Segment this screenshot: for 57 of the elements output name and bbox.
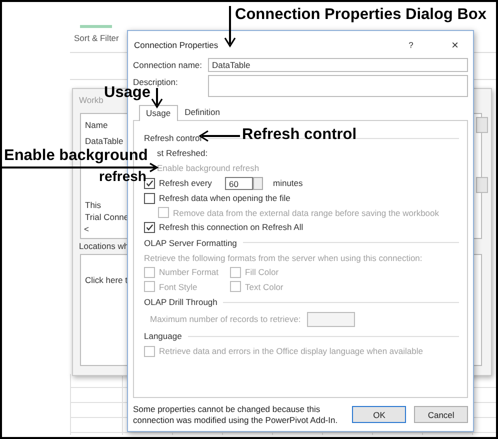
ok-button[interactable]: OK xyxy=(352,406,406,423)
max-records-field[interactable] xyxy=(306,312,355,326)
column-header: Name xyxy=(85,120,108,130)
cancel-button[interactable]: Cancel xyxy=(414,406,468,423)
annotation-arrow xyxy=(151,88,163,107)
section-heading: Refresh control xyxy=(144,133,202,143)
list-item[interactable]: DataTable xyxy=(85,136,124,146)
connection-name-field[interactable]: DataTable xyxy=(208,58,468,72)
checkbox[interactable] xyxy=(144,192,155,204)
sort-filter-label[interactable]: Sort & Filter xyxy=(74,33,119,43)
refresh-interval-field[interactable]: 60 xyxy=(225,176,253,190)
help-button[interactable]: ? xyxy=(404,40,418,50)
checkbox[interactable] xyxy=(144,222,155,233)
annotation-arrow xyxy=(224,6,236,46)
checkbox[interactable] xyxy=(144,178,155,188)
checkbox-label: Text Color xyxy=(245,282,284,292)
annotation-label: Connection Properties Dialog Box xyxy=(235,6,488,25)
checkbox[interactable] xyxy=(230,281,241,292)
info-text: Retrieve the following formats from the server when using this connection: xyxy=(144,252,422,263)
close-button[interactable]: × xyxy=(448,38,462,52)
unit-label: minutes xyxy=(273,178,303,188)
info-text: st Refreshed: xyxy=(156,148,208,158)
checkbox-label: Remove data from the external data range before saving the workbook xyxy=(173,208,440,218)
annotation-label: Enable background xyxy=(4,147,149,166)
tab[interactable]: Definition xyxy=(178,104,228,120)
checkbox-label: Fill Color xyxy=(245,267,279,278)
checkbox-label: Number Format xyxy=(159,267,219,278)
annotation-arrow xyxy=(200,130,240,142)
checkbox-label: Font Style xyxy=(159,282,198,292)
description-field[interactable] xyxy=(208,75,468,97)
annotation-label: refresh xyxy=(99,169,147,184)
checkbox-label: Refresh this connection on Refresh All xyxy=(159,222,304,232)
checkbox[interactable] xyxy=(144,281,155,292)
info-text: Enable background refresh xyxy=(156,162,260,173)
field-label: Maximum number of records to retrieve: xyxy=(150,314,301,324)
section-heading: OLAP Drill Through xyxy=(144,297,218,307)
dialog-title: Connection Properties xyxy=(133,40,220,50)
info-text: Some properties cannot be changed because this connection was modified using the PowerPivot Add-In. xyxy=(133,404,339,425)
field-label: Connection name: xyxy=(133,59,203,70)
checkbox-label: Refresh every xyxy=(159,178,213,188)
spin-buttons[interactable] xyxy=(253,176,263,190)
annotation-label: Usage xyxy=(104,84,151,103)
ribbon-tab-indicator xyxy=(80,25,112,28)
checkbox[interactable] xyxy=(144,266,155,278)
checkbox[interactable] xyxy=(230,266,241,278)
tab[interactable]: Usage xyxy=(139,105,178,121)
section-heading: OLAP Server Formatting xyxy=(144,238,237,248)
scroll-left-button[interactable]: < xyxy=(84,224,89,234)
dropdown-button[interactable] xyxy=(476,117,488,133)
section-heading: Language xyxy=(144,331,182,341)
dropdown-button[interactable] xyxy=(476,177,488,193)
window-title: Workb xyxy=(79,95,104,105)
list-item[interactable]: This xyxy=(85,200,102,210)
checkbox-label: Retrieve data and errors in the Office display language when available xyxy=(159,346,423,356)
annotation-label: Refresh control xyxy=(242,126,358,145)
checkbox-label: Refresh data when opening the file xyxy=(159,193,290,204)
field-label: Description: xyxy=(133,76,179,87)
